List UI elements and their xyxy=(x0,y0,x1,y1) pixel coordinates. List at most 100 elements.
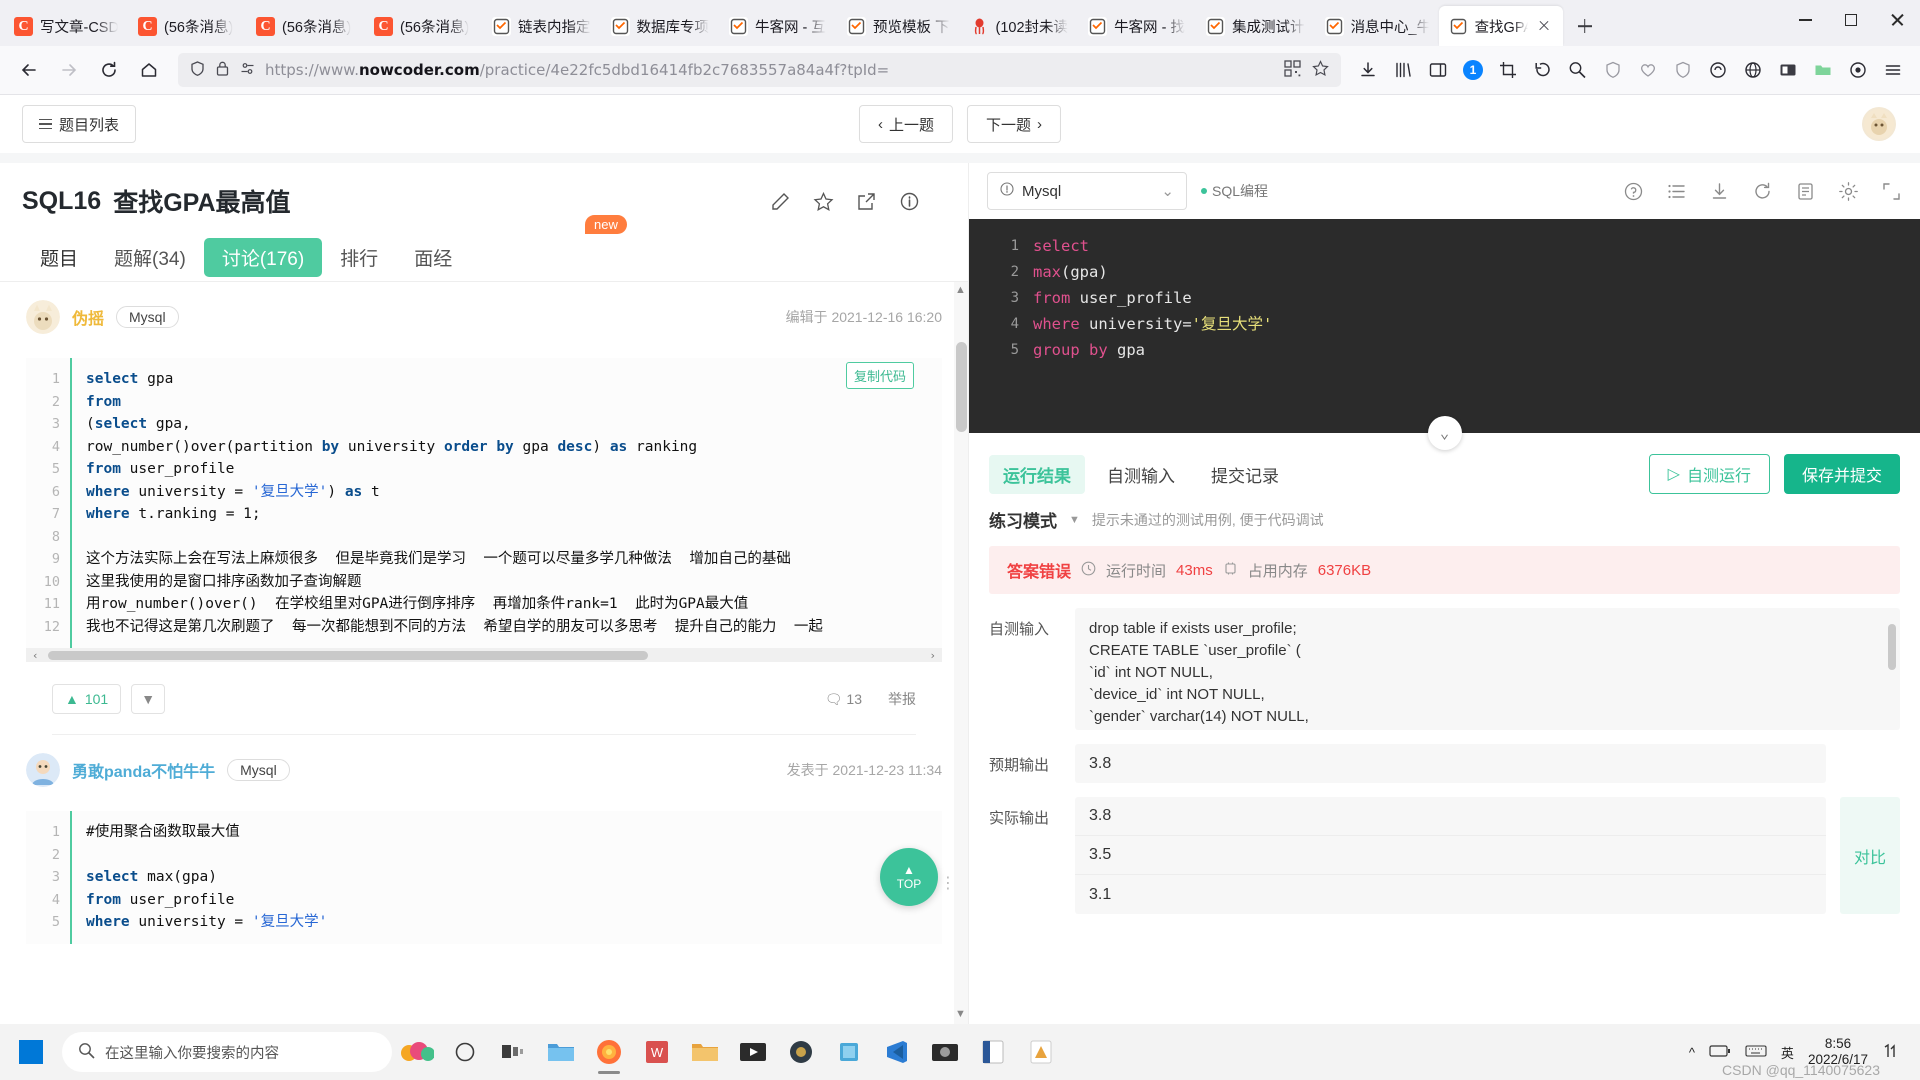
scroll-thumb[interactable] xyxy=(956,342,967,432)
navicat-icon[interactable] xyxy=(778,1028,824,1076)
globe-icon[interactable] xyxy=(1736,53,1770,87)
browser-tab[interactable]: 预览模板 下 xyxy=(837,6,960,46)
browser-tab[interactable]: 消息中心_牛 xyxy=(1315,6,1439,46)
back-to-top-button[interactable]: ▲ TOP xyxy=(880,848,938,906)
bookmark-star-icon[interactable] xyxy=(1311,59,1330,81)
firefox-icon[interactable] xyxy=(586,1028,632,1076)
share-icon[interactable] xyxy=(856,191,877,212)
reload-icon[interactable] xyxy=(90,53,128,87)
help-icon[interactable] xyxy=(1623,181,1644,202)
url-bar[interactable]: https://www.nowcoder.com/practice/4e22fc… xyxy=(178,53,1341,87)
browser-tab[interactable]: 牛客网 - 互 xyxy=(719,6,837,46)
home-icon[interactable] xyxy=(130,53,168,87)
copy-code-button[interactable]: 复制代码 xyxy=(845,362,914,389)
battery-icon[interactable] xyxy=(1709,1044,1731,1061)
wps-writer-icon[interactable]: W xyxy=(634,1028,680,1076)
notifications-icon[interactable] xyxy=(1882,1042,1900,1063)
url-text[interactable]: https://www.nowcoder.com/practice/4e22fc… xyxy=(265,61,1274,79)
media-player-icon[interactable] xyxy=(730,1028,776,1076)
window-manager-icon[interactable] xyxy=(1771,53,1805,87)
taskbar-app-colorful[interactable] xyxy=(394,1028,440,1076)
folder-icon[interactable] xyxy=(682,1028,728,1076)
language-select[interactable]: Mysql ⌄ xyxy=(987,172,1187,210)
custom-input-box[interactable]: drop table if exists user_profile; CREAT… xyxy=(1075,608,1900,730)
library-icon[interactable] xyxy=(1386,53,1420,87)
account-badge[interactable]: 1 xyxy=(1456,53,1490,87)
star-icon[interactable] xyxy=(813,191,834,212)
compare-button[interactable]: 对比 xyxy=(1840,797,1900,914)
browser-tab[interactable]: 牛客网 - 找 xyxy=(1078,6,1196,46)
browser-tab[interactable]: 链表内指定 xyxy=(482,6,601,46)
edit-icon[interactable] xyxy=(770,191,791,212)
paint-icon[interactable] xyxy=(1018,1028,1064,1076)
download-icon[interactable] xyxy=(1351,53,1385,87)
code-editor[interactable]: 1 select 2 max(gpa) 3 from user_profile 4 where… xyxy=(969,219,1920,450)
file-explorer-icon[interactable] xyxy=(538,1028,584,1076)
sidebar-icon[interactable] xyxy=(1421,53,1455,87)
ime-indicator[interactable]: 英 xyxy=(1781,1043,1794,1062)
downvote-button[interactable]: ▼ xyxy=(131,684,166,714)
notes-icon[interactable] xyxy=(1795,181,1816,202)
shield-alt-icon[interactable] xyxy=(1666,53,1700,87)
tab-ranking[interactable]: 排行 xyxy=(322,238,396,277)
comment-author[interactable]: 勇敢panda不怕牛牛 xyxy=(72,758,215,782)
browser-tab[interactable]: C (56条消息) xyxy=(246,6,364,46)
scroll-right-icon[interactable]: › xyxy=(929,649,936,662)
crop-icon[interactable] xyxy=(1491,53,1525,87)
task-view-icon[interactable] xyxy=(490,1028,536,1076)
vscode-icon[interactable] xyxy=(874,1028,920,1076)
taskbar-search[interactable]: 在这里输入你要搜索的内容 xyxy=(62,1032,392,1072)
minimize-button[interactable] xyxy=(1782,0,1828,40)
browser-tab[interactable]: C 写文章-CSDN xyxy=(4,6,128,46)
comment-scrollbar[interactable]: ▲ ▼ xyxy=(954,282,968,1024)
question-list-button[interactable]: 题目列表 xyxy=(22,105,137,143)
scroll-up-icon[interactable]: ▲ xyxy=(955,284,966,298)
settings-icon[interactable] xyxy=(1838,181,1859,202)
close-button[interactable] xyxy=(1874,0,1920,40)
browser-tab[interactable]: C (56条消息) xyxy=(128,6,246,46)
avatar[interactable] xyxy=(26,300,60,334)
input-scrollbar[interactable] xyxy=(1888,612,1898,726)
sync-icon[interactable] xyxy=(1701,53,1735,87)
new-tab-button[interactable] xyxy=(1569,10,1601,42)
undo-icon[interactable] xyxy=(1526,53,1560,87)
browser-tab[interactable]: (102封未读 xyxy=(960,6,1079,46)
user-avatar[interactable] xyxy=(1862,107,1896,141)
cortana-icon[interactable] xyxy=(442,1028,488,1076)
word-icon[interactable] xyxy=(970,1028,1016,1076)
practice-mode-select[interactable]: 练习模式 xyxy=(989,507,1057,532)
shield-protect-icon[interactable] xyxy=(1596,53,1630,87)
tab-submissions[interactable]: 提交记录 xyxy=(1197,455,1293,494)
start-button[interactable] xyxy=(6,1028,56,1076)
keyboard-icon[interactable] xyxy=(1745,1044,1767,1061)
permissions-icon[interactable] xyxy=(239,60,256,80)
info-icon[interactable] xyxy=(899,191,920,212)
back-button[interactable] xyxy=(10,53,48,87)
tab-custom-input[interactable]: 自测输入 xyxy=(1093,455,1189,494)
extensions-icon[interactable] xyxy=(1841,53,1875,87)
browser-tab[interactable]: 集成测试计 xyxy=(1196,6,1315,46)
collapse-editor-button[interactable]: ⌄ xyxy=(1427,416,1462,450)
folder-sync-icon[interactable] xyxy=(1806,53,1840,87)
lock-icon[interactable] xyxy=(215,60,230,80)
tab-question[interactable]: 题目 xyxy=(22,238,96,277)
database-icon[interactable] xyxy=(826,1028,872,1076)
maximize-button[interactable] xyxy=(1828,0,1874,40)
tab-run-result[interactable]: 运行结果 xyxy=(989,454,1085,494)
qrcode-icon[interactable] xyxy=(1283,59,1302,81)
tray-expand-icon[interactable]: ^ xyxy=(1689,1045,1695,1060)
shield-icon[interactable] xyxy=(189,60,206,80)
list-icon[interactable] xyxy=(1666,181,1687,202)
fullscreen-icon[interactable] xyxy=(1881,181,1902,202)
camera-app-icon[interactable] xyxy=(922,1028,968,1076)
refresh-icon[interactable] xyxy=(1752,181,1773,202)
forward-button[interactable] xyxy=(50,53,88,87)
heart-icon[interactable] xyxy=(1631,53,1665,87)
browser-tab[interactable]: C (56条消息) xyxy=(364,6,482,46)
comment-author[interactable]: 伪摇 xyxy=(72,305,104,329)
chevron-down-icon[interactable]: ▼ xyxy=(1069,514,1080,526)
run-button[interactable]: ▷ 自测运行 xyxy=(1648,454,1770,494)
translate-icon[interactable] xyxy=(1561,53,1595,87)
tab-solutions[interactable]: 题解(34) xyxy=(96,238,204,277)
menu-icon[interactable] xyxy=(1876,53,1910,87)
